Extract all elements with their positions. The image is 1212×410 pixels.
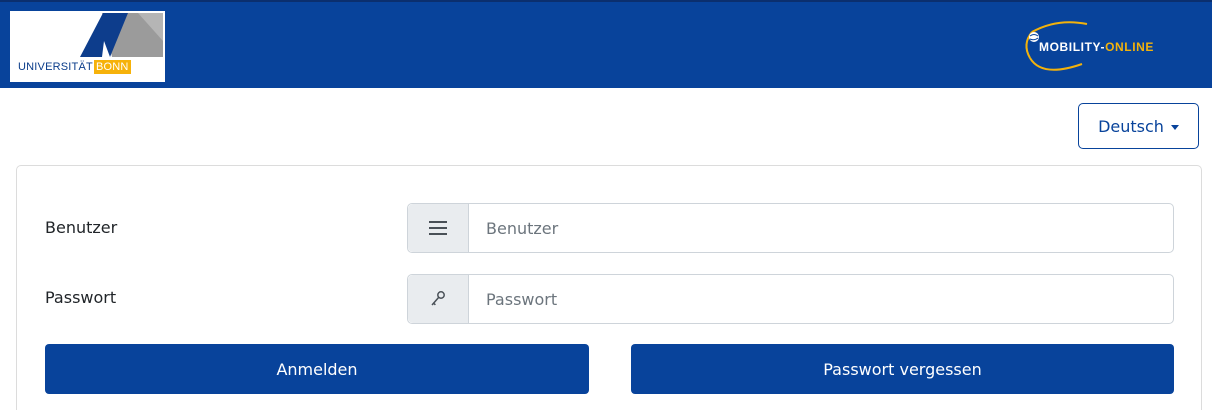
university-name: UNIVERSITÄT	[18, 61, 93, 73]
password-label: Passwort	[45, 288, 117, 307]
university-logo-text: UNIVERSITÄT BONN	[18, 60, 131, 74]
mobility-online-logo[interactable]: MOBILITY-ONLINE	[1012, 18, 1202, 76]
password-addon	[408, 275, 469, 323]
mobility-online-text: MOBILITY-ONLINE	[1039, 40, 1154, 54]
mobility-text: MOBILITY-	[1039, 40, 1106, 54]
forgot-password-button[interactable]: Passwort vergessen	[631, 344, 1174, 394]
username-addon	[408, 204, 469, 252]
password-input-group	[407, 274, 1174, 324]
caret-down-icon	[1170, 124, 1179, 130]
university-city: BONN	[93, 60, 131, 74]
username-input-group	[407, 203, 1174, 253]
key-icon	[431, 291, 445, 306]
language-label: Deutsch	[1098, 116, 1164, 136]
university-logo[interactable]: UNIVERSITÄT BONN	[10, 11, 165, 82]
header-top-line	[0, 0, 1212, 2]
globe-icon	[1029, 32, 1039, 42]
language-dropdown-button[interactable]: Deutsch	[1078, 103, 1199, 149]
online-text: ONLINE	[1105, 40, 1154, 54]
username-input[interactable]	[469, 204, 1173, 252]
menu-icon	[429, 221, 447, 235]
login-button[interactable]: Anmelden	[45, 344, 589, 394]
username-label: Benutzer	[45, 218, 118, 237]
password-input[interactable]	[469, 275, 1173, 323]
header-bar: UNIVERSITÄT BONN MOBILITY-ONLINE	[0, 0, 1212, 88]
